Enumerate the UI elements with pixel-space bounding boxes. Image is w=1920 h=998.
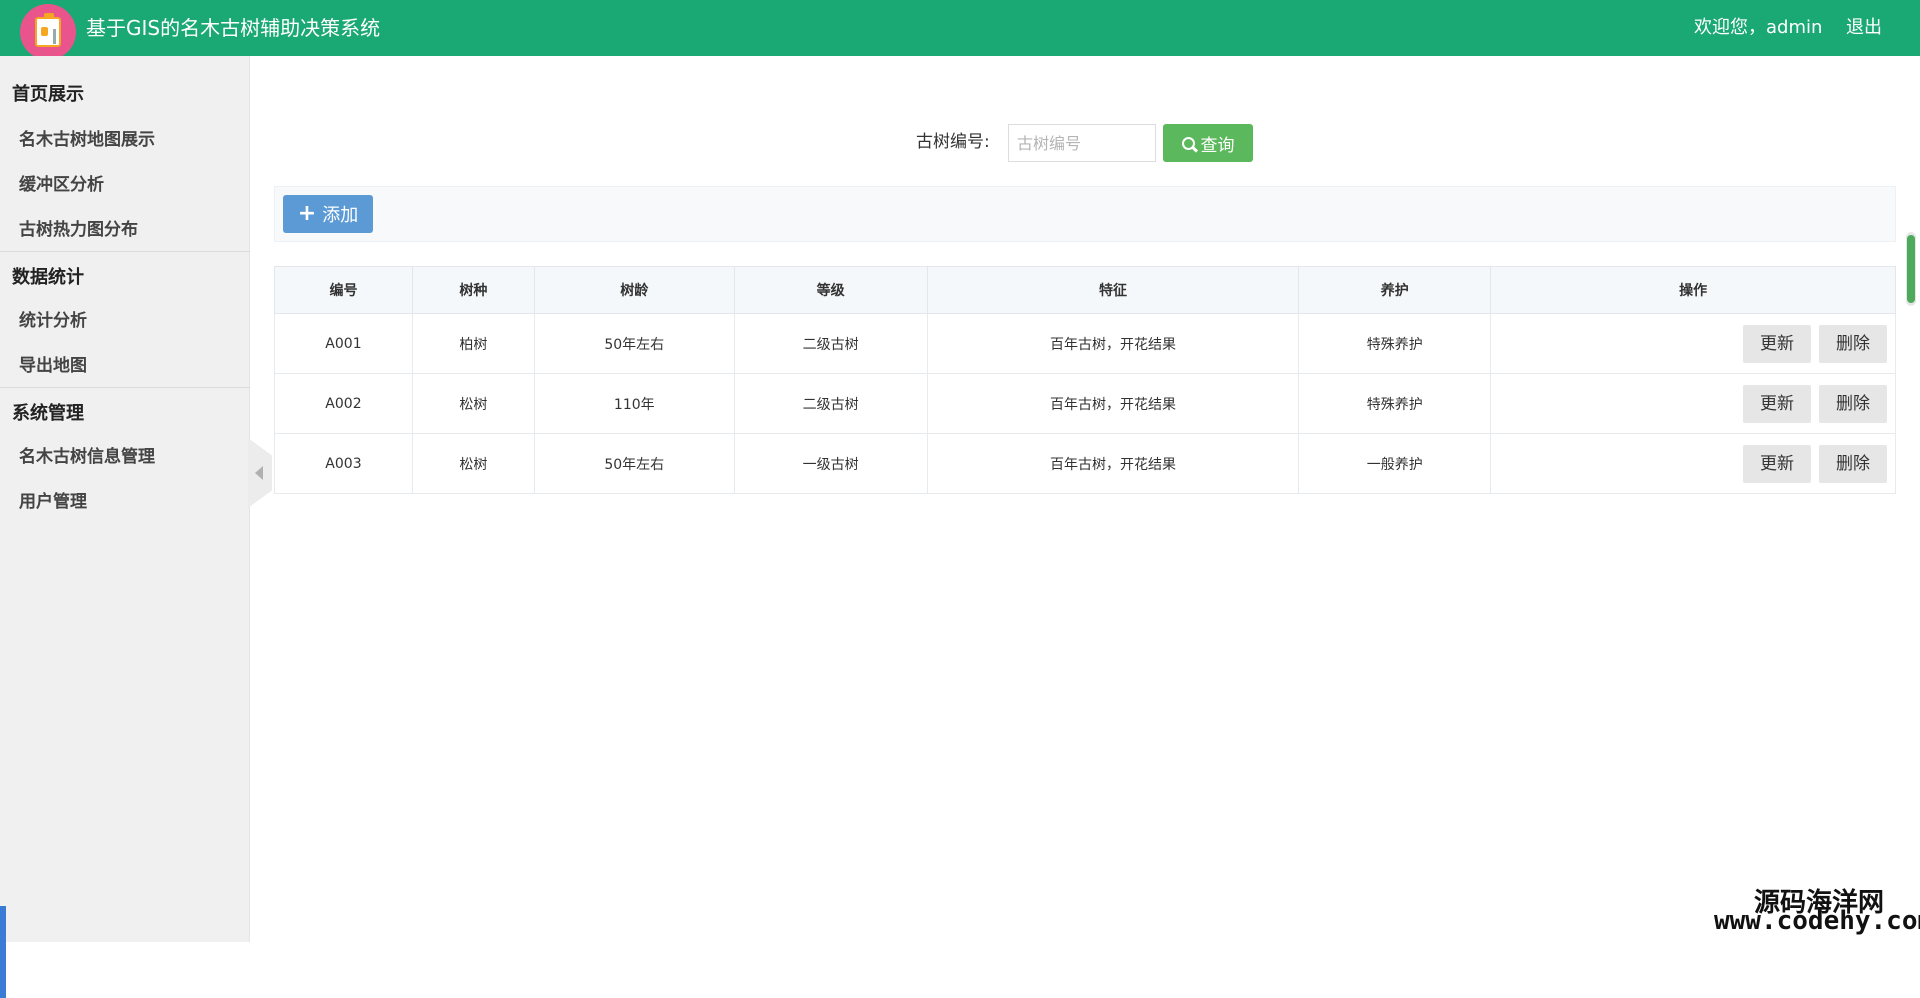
update-button[interactable]: 更新 xyxy=(1743,324,1811,363)
column-header-id[interactable]: 编号 xyxy=(274,266,413,314)
sidebar-group-home[interactable]: 首页展示 xyxy=(12,80,84,106)
cell-id: A001 xyxy=(274,313,413,374)
add-button[interactable]: + 添加 xyxy=(283,195,373,233)
update-button[interactable]: 更新 xyxy=(1743,444,1811,483)
cell-feature: 百年古树，开花结果 xyxy=(926,433,1300,494)
watermark-url: www.codehy.com xyxy=(1714,906,1920,936)
tree-id-search-input[interactable] xyxy=(1008,124,1156,162)
column-header-age[interactable]: 树龄 xyxy=(533,266,735,314)
sidebar-collapse-handle[interactable] xyxy=(248,438,272,508)
sidebar-item-stat-analysis[interactable]: 统计分析 xyxy=(19,306,87,331)
sidebar-item-tree-info[interactable]: 名木古树信息管理 xyxy=(19,442,155,467)
column-header-feature[interactable]: 特征 xyxy=(926,266,1300,314)
cell-level: 一级古树 xyxy=(733,433,928,494)
table-toolbar: + 添加 xyxy=(274,186,1896,242)
column-header-species[interactable]: 树种 xyxy=(411,266,535,314)
page-scrollbar-thumb[interactable] xyxy=(1907,235,1915,303)
cell-species: 松树 xyxy=(411,433,535,494)
app-title: 基于GIS的名木古树辅助决策系统 xyxy=(86,16,381,40)
cell-age: 50年左右 xyxy=(533,313,735,374)
cell-id: A002 xyxy=(274,373,413,434)
update-button[interactable]: 更新 xyxy=(1743,384,1811,423)
cell-feature: 百年古树，开花结果 xyxy=(926,313,1300,374)
sidebar-divider xyxy=(0,387,250,388)
cell-feature: 百年古树，开花结果 xyxy=(926,373,1300,434)
sidebar-item-export-map[interactable]: 导出地图 xyxy=(19,351,87,376)
cell-actions: 更新 删除 xyxy=(1490,433,1896,494)
welcome-text: 欢迎您，admin xyxy=(1694,17,1823,38)
sidebar: 首页展示 名木古树地图展示 缓冲区分析 古树热力图分布 数据统计 统计分析 导出… xyxy=(0,56,250,998)
cell-actions: 更新 删除 xyxy=(1490,313,1896,374)
table-row: A001 柏树 50年左右 二级古树 百年古树，开花结果 特殊养护 更新 删除 xyxy=(274,313,1896,374)
sidebar-item-heatmap[interactable]: 古树热力图分布 xyxy=(19,215,138,240)
cell-age: 110年 xyxy=(533,373,735,434)
app-logo-icon xyxy=(20,4,76,60)
tree-table-container: 编号 树种 树龄 等级 特征 养护 操作 A001 柏树 50年左右 二级古树 … xyxy=(274,266,1896,494)
table-header-row: 编号 树种 树龄 等级 特征 养护 操作 xyxy=(274,266,1896,314)
cell-species: 松树 xyxy=(411,373,535,434)
search-icon xyxy=(1181,136,1195,150)
column-header-care[interactable]: 养护 xyxy=(1298,266,1492,314)
tree-table: 编号 树种 树龄 等级 特征 养护 操作 A001 柏树 50年左右 二级古树 … xyxy=(274,266,1896,494)
sidebar-divider xyxy=(0,251,250,252)
top-header: 基于GIS的名木古树辅助决策系统 欢迎您，admin 退出 xyxy=(0,0,1920,60)
cell-care: 特殊养护 xyxy=(1298,373,1492,434)
cell-care: 特殊养护 xyxy=(1298,313,1492,374)
search-button[interactable]: 查询 xyxy=(1163,124,1253,162)
cell-level: 二级古树 xyxy=(733,373,928,434)
column-header-level[interactable]: 等级 xyxy=(733,266,928,314)
delete-button[interactable]: 删除 xyxy=(1819,384,1887,423)
search-button-label: 查询 xyxy=(1200,135,1235,156)
sidebar-group-system[interactable]: 系统管理 xyxy=(12,399,84,425)
plus-icon: + xyxy=(297,201,317,226)
cell-level: 二级古树 xyxy=(733,313,928,374)
sidebar-group-statistics[interactable]: 数据统计 xyxy=(12,263,84,289)
delete-button[interactable]: 删除 xyxy=(1819,324,1887,363)
sidebar-item-buffer-analysis[interactable]: 缓冲区分析 xyxy=(19,170,104,195)
add-button-label: 添加 xyxy=(322,205,359,226)
cell-id: A003 xyxy=(274,433,413,494)
logout-link[interactable]: 退出 xyxy=(1846,15,1882,41)
cell-care: 一般养护 xyxy=(1298,433,1492,494)
delete-button[interactable]: 删除 xyxy=(1819,444,1887,483)
sidebar-item-map-display[interactable]: 名木古树地图展示 xyxy=(19,125,155,150)
search-label: 古树编号: xyxy=(916,132,990,152)
table-row: A003 松树 50年左右 一级古树 百年古树，开花结果 一般养护 更新 删除 xyxy=(274,433,1896,494)
cell-age: 50年左右 xyxy=(533,433,735,494)
table-row: A002 松树 110年 二级古树 百年古树，开花结果 特殊养护 更新 删除 xyxy=(274,373,1896,434)
cell-actions: 更新 删除 xyxy=(1490,373,1896,434)
column-header-actions: 操作 xyxy=(1490,266,1896,314)
sidebar-item-user-management[interactable]: 用户管理 xyxy=(19,487,87,512)
cell-species: 柏树 xyxy=(411,313,535,374)
sidebar-accent-bar xyxy=(0,906,6,998)
chevron-left-icon xyxy=(255,466,263,480)
